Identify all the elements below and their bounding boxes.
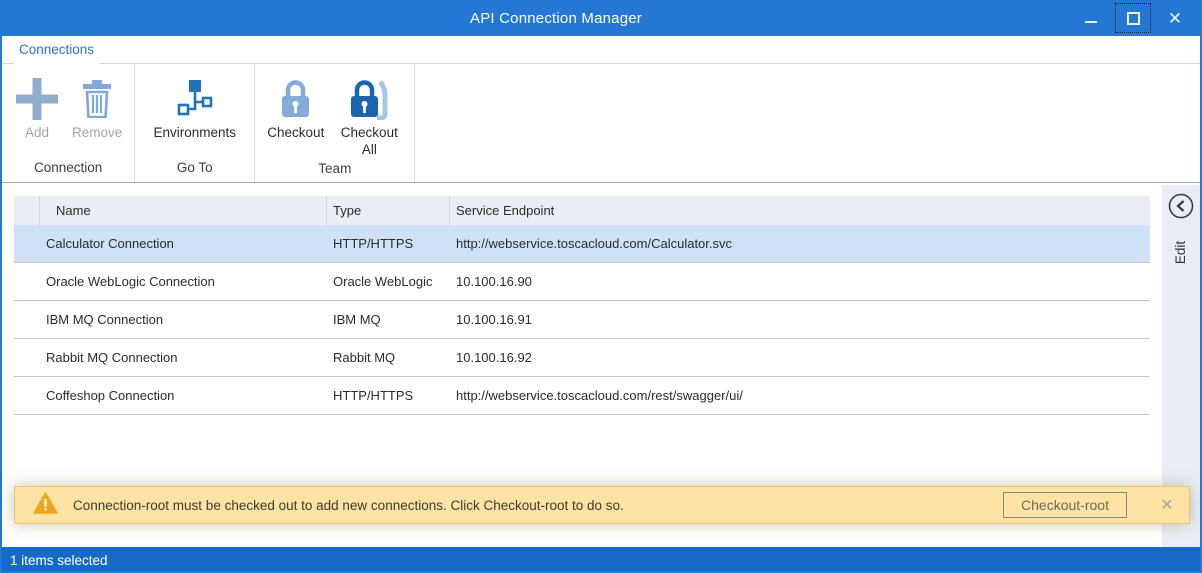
maximize-button[interactable] bbox=[1112, 2, 1154, 34]
app-window: API Connection Manager ✕ Connections bbox=[0, 0, 1202, 573]
cell-endpoint: http://webservice.toscacloud.com/Calcula… bbox=[450, 225, 1150, 262]
cell-name: IBM MQ Connection bbox=[40, 301, 327, 338]
checkout-button-label: Checkout bbox=[267, 125, 324, 142]
ribbon-group-connection: Add Remove Connection bbox=[2, 64, 134, 182]
title-bar: API Connection Manager ✕ bbox=[0, 0, 1202, 36]
lock-all-icon bbox=[348, 75, 390, 123]
minimize-icon bbox=[1085, 21, 1097, 23]
minimize-button[interactable] bbox=[1070, 2, 1112, 34]
cell-type: HTTP/HTTPS bbox=[327, 377, 450, 414]
add-button-label: Add bbox=[25, 125, 49, 142]
maximize-icon bbox=[1127, 12, 1140, 25]
cell-type: IBM MQ bbox=[327, 301, 450, 338]
checkout-root-button[interactable]: Checkout-root bbox=[1003, 492, 1127, 518]
cell-type: HTTP/HTTPS bbox=[327, 225, 450, 262]
table-row[interactable]: IBM MQ Connection IBM MQ 10.100.16.91 bbox=[14, 301, 1150, 339]
plus-icon bbox=[14, 75, 60, 123]
edit-panel-label: Edit bbox=[1173, 240, 1188, 263]
environments-button[interactable]: Environments bbox=[148, 73, 243, 144]
window-controls: ✕ bbox=[1070, 0, 1196, 36]
lock-icon bbox=[279, 75, 313, 123]
warning-message: Connection-root must be checked out to a… bbox=[73, 498, 1003, 513]
row-selector-cell[interactable] bbox=[14, 339, 40, 376]
ribbon-group-label-goto: Go To bbox=[141, 160, 248, 182]
cell-name: Calculator Connection bbox=[40, 225, 327, 262]
checkout-all-button[interactable]: Checkout All bbox=[330, 73, 408, 161]
environments-icon bbox=[176, 75, 214, 123]
close-icon: ✕ bbox=[1168, 10, 1182, 27]
ribbon-group-label-connection: Connection bbox=[8, 160, 128, 182]
environments-button-label: Environments bbox=[154, 125, 237, 142]
remove-button-label: Remove bbox=[72, 125, 122, 142]
trash-icon bbox=[82, 75, 112, 123]
ribbon-group-goto: Environments Go To bbox=[134, 64, 254, 182]
column-header-selector[interactable] bbox=[14, 196, 40, 225]
remove-button[interactable]: Remove bbox=[66, 73, 128, 144]
column-header-type[interactable]: Type bbox=[327, 196, 450, 225]
cell-endpoint: http://webservice.toscacloud.com/rest/sw… bbox=[450, 377, 1150, 414]
add-button[interactable]: Add bbox=[8, 73, 66, 144]
table-row[interactable]: Oracle WebLogic Connection Oracle WebLog… bbox=[14, 263, 1150, 301]
cell-name: Coffeshop Connection bbox=[40, 377, 327, 414]
cell-endpoint: 10.100.16.90 bbox=[450, 263, 1150, 300]
warning-triangle-icon bbox=[33, 492, 58, 519]
row-selector-cell[interactable] bbox=[14, 225, 40, 262]
row-selector-cell[interactable] bbox=[14, 301, 40, 338]
close-button[interactable]: ✕ bbox=[1154, 2, 1196, 34]
status-text: 1 items selected bbox=[10, 553, 108, 568]
table-row[interactable]: Calculator Connection HTTP/HTTPS http://… bbox=[14, 225, 1150, 263]
warning-banner: Connection-root must be checked out to a… bbox=[14, 486, 1190, 524]
row-selector-cell[interactable] bbox=[14, 263, 40, 300]
ribbon-empty-space bbox=[414, 64, 1200, 182]
ribbon-tab-row: Connections bbox=[2, 36, 1200, 64]
tab-connections[interactable]: Connections bbox=[14, 38, 99, 64]
edit-panel-label-wrap[interactable]: Edit bbox=[1169, 229, 1192, 275]
column-header-endpoint[interactable]: Service Endpoint bbox=[450, 196, 1150, 225]
checkout-all-button-label: Checkout All bbox=[336, 125, 402, 159]
ribbon: Add Remove Connection bbox=[2, 64, 1200, 183]
ribbon-group-team: Checkout Checkout All Team bbox=[254, 64, 414, 182]
expand-edit-panel-button[interactable] bbox=[1168, 193, 1194, 219]
cell-type: Oracle WebLogic bbox=[327, 263, 450, 300]
table-row[interactable]: Rabbit MQ Connection Rabbit MQ 10.100.16… bbox=[14, 339, 1150, 377]
row-selector-cell[interactable] bbox=[14, 377, 40, 414]
window-title: API Connection Manager bbox=[0, 0, 1112, 36]
column-header-name[interactable]: Name bbox=[40, 196, 327, 225]
cell-endpoint: 10.100.16.91 bbox=[450, 301, 1150, 338]
status-bar: 1 items selected bbox=[0, 547, 1202, 573]
cell-name: Rabbit MQ Connection bbox=[40, 339, 327, 376]
cell-name: Oracle WebLogic Connection bbox=[40, 263, 327, 300]
checkout-button[interactable]: Checkout bbox=[261, 73, 330, 144]
table-row[interactable]: Coffeshop Connection HTTP/HTTPS http://w… bbox=[14, 377, 1150, 415]
ribbon-group-label-team: Team bbox=[261, 161, 408, 183]
banner-close-icon[interactable]: ✕ bbox=[1157, 495, 1177, 515]
cell-endpoint: 10.100.16.92 bbox=[450, 339, 1150, 376]
connections-table: Name Type Service Endpoint Calculator Co… bbox=[14, 196, 1150, 415]
cell-type: Rabbit MQ bbox=[327, 339, 450, 376]
table-header-row: Name Type Service Endpoint bbox=[14, 196, 1150, 225]
